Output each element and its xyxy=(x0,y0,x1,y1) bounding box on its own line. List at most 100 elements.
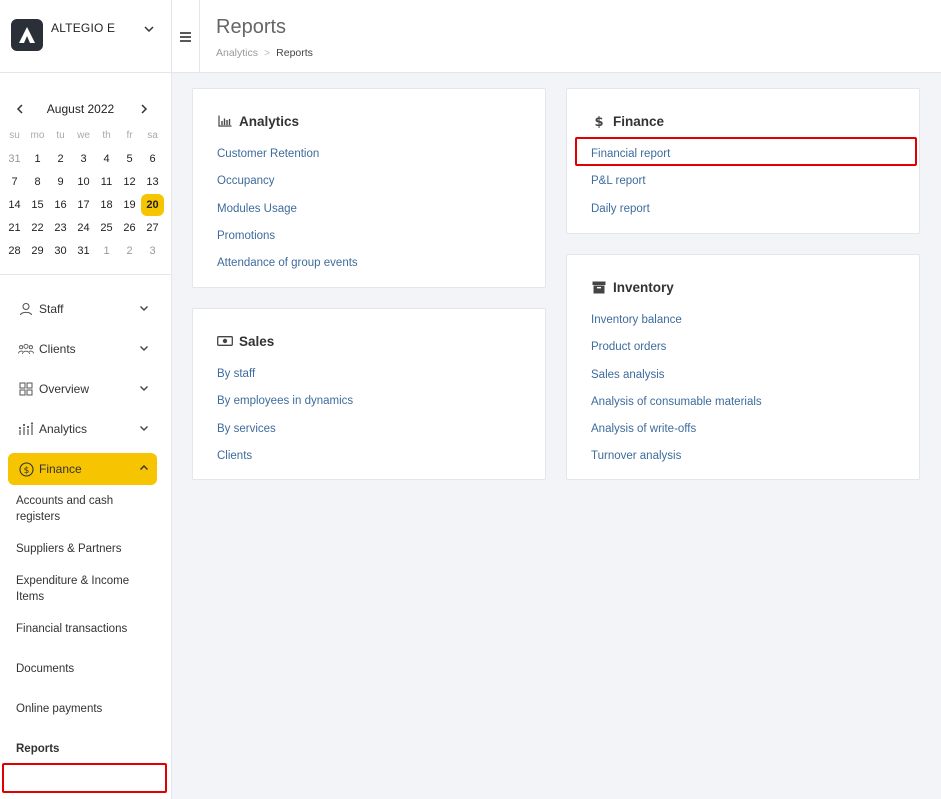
link-by-employees-dynamics[interactable]: By employees in dynamics xyxy=(217,393,353,420)
calendar-day[interactable]: 24 xyxy=(72,217,95,239)
link-attendance-group-events[interactable]: Attendance of group events xyxy=(217,255,358,282)
calendar-day[interactable]: 17 xyxy=(72,194,95,216)
weekday-label: we xyxy=(77,129,90,141)
sidebar-item-overview[interactable]: Overview xyxy=(0,369,171,409)
calendar-day[interactable]: 26 xyxy=(118,217,141,239)
sidebar-item-transactions[interactable]: Financial transactions xyxy=(16,609,171,649)
sidebar-nav: Staff Clients Overview Analytics $ Finan… xyxy=(0,289,171,769)
chevron-down-icon xyxy=(138,382,150,397)
divider xyxy=(0,274,171,275)
link-turnover-analysis[interactable]: Turnover analysis xyxy=(591,448,762,475)
sidebar-item-label: Suppliers & Partners xyxy=(16,543,122,555)
calendar-day[interactable]: 25 xyxy=(95,217,118,239)
calendar-day[interactable]: 22 xyxy=(26,217,49,239)
card-inventory: Inventory Inventory balance Product orde… xyxy=(566,254,920,480)
sidebar-item-finance[interactable]: $ Finance xyxy=(8,453,157,485)
sidebar-item-documents[interactable]: Documents xyxy=(16,649,171,689)
calendar-day[interactable]: 9 xyxy=(49,171,72,193)
chevron-up-icon xyxy=(138,462,150,477)
sidebar-item-accounts[interactable]: Accounts and cash registers xyxy=(16,489,171,529)
banknote-icon xyxy=(217,333,233,349)
sidebar-item-label: Online payments xyxy=(16,703,103,715)
link-by-services[interactable]: By services xyxy=(217,421,353,448)
calendar-day[interactable]: 15 xyxy=(26,194,49,216)
sidebar-item-online-payments[interactable]: Online payments xyxy=(16,689,171,729)
link-modules-usage[interactable]: Modules Usage xyxy=(217,201,358,228)
calendar-day[interactable]: 12 xyxy=(118,171,141,193)
chevron-down-icon[interactable] xyxy=(143,22,155,40)
calendar-day[interactable]: 1 xyxy=(95,240,118,262)
calendar-day[interactable]: 8 xyxy=(26,171,49,193)
finance-submenu: Accounts and cash registers Suppliers & … xyxy=(0,489,171,769)
brand-header[interactable]: ALTEGIO E xyxy=(0,0,171,73)
sidebar-item-label: Expenditure & Income Items xyxy=(16,575,130,603)
menu-icon[interactable] xyxy=(172,0,200,73)
sidebar-item-label: Analytics xyxy=(39,422,88,436)
card-title-text: Inventory xyxy=(613,279,674,295)
calendar-day[interactable]: 6 xyxy=(141,148,164,170)
sidebar-item-expenditure[interactable]: Expenditure & Income Items xyxy=(16,569,171,609)
link-by-staff[interactable]: By staff xyxy=(217,366,353,393)
calendar-day[interactable]: 23 xyxy=(49,217,72,239)
calendar-day[interactable]: 2 xyxy=(49,148,72,170)
calendar-day[interactable]: 13 xyxy=(141,171,164,193)
calendar-week: 28 29 30 31 1 2 3 xyxy=(3,239,164,262)
calendar-day[interactable]: 31 xyxy=(72,240,95,262)
link-customer-retention[interactable]: Customer Retention xyxy=(217,146,358,173)
calendar-day[interactable]: 4 xyxy=(95,148,118,170)
calendar-day[interactable]: 7 xyxy=(3,171,26,193)
link-sales-analysis[interactable]: Sales analysis xyxy=(591,367,762,394)
sidebar-item-staff[interactable]: Staff xyxy=(0,289,171,329)
calendar-day[interactable]: 10 xyxy=(72,171,95,193)
company-name: ALTEGIO E xyxy=(51,21,116,35)
calendar-day[interactable]: 2 xyxy=(118,240,141,262)
link-occupancy[interactable]: Occupancy xyxy=(217,173,358,200)
sidebar: ALTEGIO E August 2022 su mo tu we th fr … xyxy=(0,0,172,799)
calendar-day[interactable]: 11 xyxy=(95,171,118,193)
card-title: Inventory xyxy=(591,279,674,295)
card-sales: Sales By staff By employees in dynamics … xyxy=(192,308,546,480)
calendar-day[interactable]: 5 xyxy=(118,148,141,170)
calendar-day-today[interactable]: 20 xyxy=(141,193,164,216)
calendar-day[interactable]: 14 xyxy=(3,194,26,216)
sidebar-item-label: Clients xyxy=(39,342,76,356)
weekday-label: tu xyxy=(56,129,65,141)
calendar-day[interactable]: 28 xyxy=(3,240,26,262)
chevron-down-icon xyxy=(138,342,150,357)
calendar-day[interactable]: 30 xyxy=(49,240,72,262)
chevron-down-icon xyxy=(138,302,150,317)
breadcrumb-analytics[interactable]: Analytics xyxy=(216,47,258,59)
calendar-day[interactable]: 3 xyxy=(141,240,164,262)
dollar-icon: $ xyxy=(591,113,607,129)
link-promotions[interactable]: Promotions xyxy=(217,228,358,255)
dollar-circle-icon: $ xyxy=(18,461,34,477)
link-pl-report[interactable]: P&L report xyxy=(591,173,670,200)
card-title: $ Finance xyxy=(591,113,664,129)
card-analytics: Analytics Customer Retention Occupancy M… xyxy=(192,88,546,288)
link-inventory-balance[interactable]: Inventory balance xyxy=(591,312,762,339)
calendar-week: 31 1 2 3 4 5 6 xyxy=(3,147,164,170)
sidebar-item-analytics[interactable]: Analytics xyxy=(0,409,171,449)
calendar-day[interactable]: 1 xyxy=(26,148,49,170)
calendar-day[interactable]: 18 xyxy=(95,194,118,216)
users-icon xyxy=(18,341,34,357)
calendar-day[interactable]: 16 xyxy=(49,194,72,216)
chevron-down-icon xyxy=(138,422,150,437)
link-product-orders[interactable]: Product orders xyxy=(591,339,762,366)
calendar-day[interactable]: 29 xyxy=(26,240,49,262)
link-write-offs[interactable]: Analysis of write-offs xyxy=(591,421,762,448)
calendar-day[interactable]: 19 xyxy=(118,194,141,216)
grid-icon xyxy=(18,381,34,397)
link-consumable-materials[interactable]: Analysis of consumable materials xyxy=(591,394,762,421)
chevron-right-icon[interactable] xyxy=(138,102,150,120)
link-clients[interactable]: Clients xyxy=(217,448,353,475)
calendar-day[interactable]: 21 xyxy=(3,217,26,239)
calendar-day[interactable]: 27 xyxy=(141,217,164,239)
card-links: Inventory balance Product orders Sales a… xyxy=(591,312,762,476)
sidebar-item-clients[interactable]: Clients xyxy=(0,329,171,369)
sidebar-item-suppliers[interactable]: Suppliers & Partners xyxy=(16,529,171,569)
card-title-text: Finance xyxy=(613,113,665,129)
calendar-day[interactable]: 31 xyxy=(3,148,26,170)
calendar-day[interactable]: 3 xyxy=(72,148,95,170)
link-daily-report[interactable]: Daily report xyxy=(591,201,670,228)
